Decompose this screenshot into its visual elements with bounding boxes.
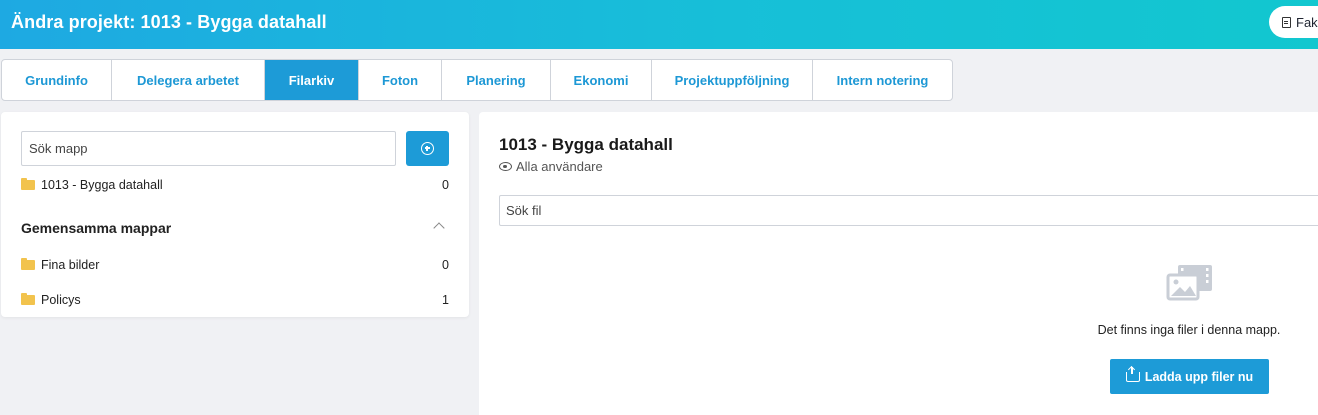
folder-count: 1 — [442, 293, 449, 307]
tab-planering[interactable]: Planering — [442, 60, 551, 100]
folder-name: Policys — [41, 293, 81, 307]
tab-grundinfo[interactable]: Grundinfo — [2, 60, 112, 100]
tab-projektuppfoljning[interactable]: Projektuppföljning — [652, 60, 813, 100]
top-header: Ändra projekt: 1013 - Bygga datahall Fak — [0, 0, 1318, 49]
folder-icon — [21, 178, 35, 190]
tab-intern-notering[interactable]: Intern notering — [813, 60, 952, 100]
image-gallery-icon — [1166, 265, 1212, 301]
upload-files-button[interactable]: Ladda upp filer nu — [1110, 359, 1269, 394]
plus-circle-icon — [421, 142, 434, 155]
upload-icon — [1125, 366, 1140, 382]
tab-foton[interactable]: Foton — [359, 60, 442, 100]
eye-icon — [499, 162, 512, 171]
tab-bar: Grundinfo Delegera arbetet Filarkiv Foto… — [1, 59, 953, 101]
invoice-button-label: Fak — [1296, 14, 1318, 30]
visibility-setting[interactable]: Alla användare — [499, 159, 603, 174]
upload-button-label: Ladda upp filer nu — [1144, 369, 1254, 384]
invoice-button[interactable]: Fak — [1269, 6, 1318, 38]
add-folder-button[interactable] — [406, 131, 449, 166]
tab-filarkiv[interactable]: Filarkiv — [265, 60, 359, 100]
shared-folder-item[interactable]: Policys 1 — [21, 290, 449, 310]
shared-folders-heading: Gemensamma mappar — [21, 220, 172, 236]
project-folder-item[interactable]: 1013 - Bygga datahall 0 — [21, 175, 449, 195]
folder-name: Fina bilder — [41, 258, 100, 272]
folder-icon — [21, 258, 35, 270]
folder-title: 1013 - Bygga datahall — [499, 135, 673, 154]
chevron-up-icon[interactable] — [433, 222, 445, 234]
search-folder-input[interactable] — [21, 131, 396, 166]
folder-panel: 1013 - Bygga datahall 0 Gemensamma mappa… — [1, 112, 469, 317]
file-panel: 1013 - Bygga datahall Alla användare Det… — [479, 112, 1318, 415]
folder-name: 1013 - Bygga datahall — [41, 178, 163, 192]
shared-folder-item[interactable]: Fina bilder 0 — [21, 255, 449, 275]
search-file-input[interactable] — [499, 195, 1318, 226]
page-title: Ändra projekt: 1013 - Bygga datahall — [11, 12, 327, 32]
document-icon — [1282, 16, 1291, 28]
folder-icon — [21, 293, 35, 305]
folder-count: 0 — [442, 258, 449, 272]
empty-state-message: Det finns inga filer i denna mapp. — [1097, 323, 1281, 337]
tab-ekonomi[interactable]: Ekonomi — [551, 60, 652, 100]
folder-count: 0 — [442, 178, 449, 192]
visibility-label: Alla användare — [516, 159, 603, 174]
tab-delegera-arbetet[interactable]: Delegera arbetet — [112, 60, 265, 100]
